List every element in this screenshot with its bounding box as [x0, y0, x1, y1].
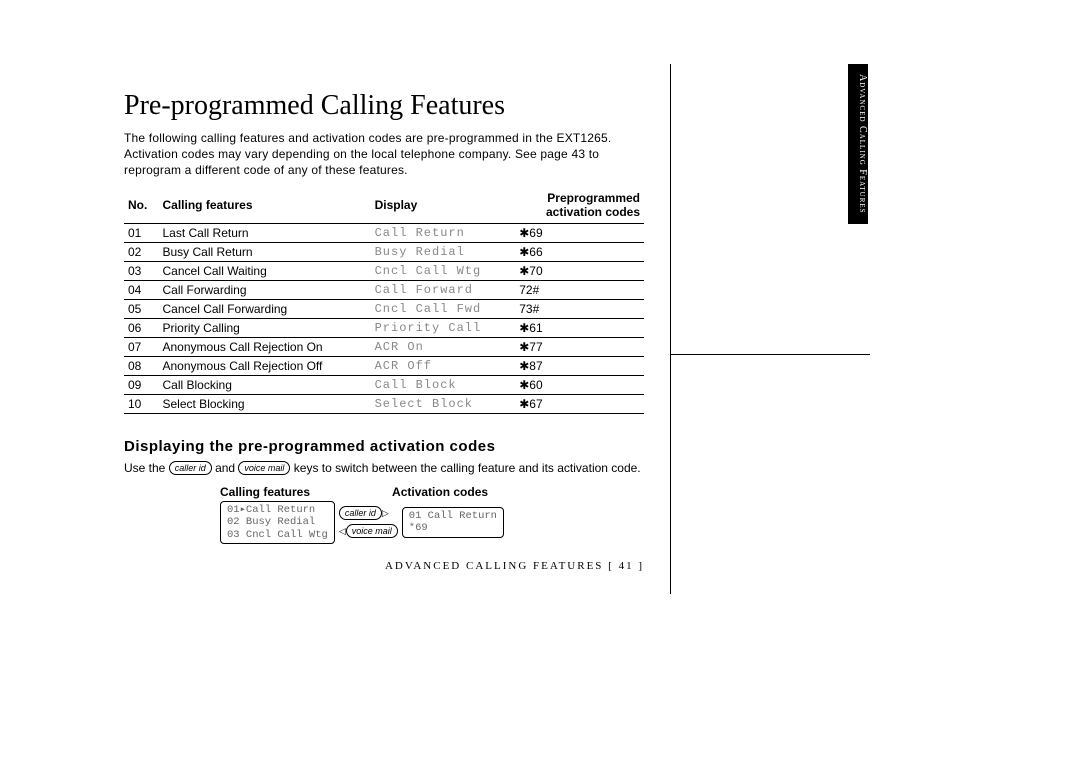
cell-feature: Cancel Call Waiting: [159, 261, 371, 280]
cell-no: 08: [124, 356, 159, 375]
table-row: 05Cancel Call ForwardingCncl Call Fwd73#: [124, 299, 644, 318]
cell-code: ✱70: [515, 261, 644, 280]
col-codes: Preprogrammed activation codes: [515, 189, 644, 224]
header-activation-codes: Activation codes: [392, 485, 488, 499]
features-table: No. Calling features Display Preprogramm…: [124, 189, 644, 414]
subsection-intro: Use the caller id and voice mail keys to…: [124, 461, 644, 475]
cell-feature: Priority Calling: [159, 318, 371, 337]
cell-display: Busy Redial: [371, 242, 516, 261]
screens-headers: Calling features Activation codes: [220, 485, 644, 499]
cell-code: ✱77: [515, 337, 644, 356]
cell-no: 09: [124, 375, 159, 394]
subsection-title: Displaying the pre-programmed activation…: [124, 438, 644, 455]
cell-no: 02: [124, 242, 159, 261]
cell-code: ✱61: [515, 318, 644, 337]
cell-feature: Call Blocking: [159, 375, 371, 394]
vertical-divider: [670, 64, 671, 594]
cell-code: ✱69: [515, 223, 644, 242]
col-features: Calling features: [159, 189, 371, 224]
cell-display: Call Block: [371, 375, 516, 394]
key-arrows: caller id▷ ◁voice mail: [339, 506, 398, 538]
cell-display: Priority Call: [371, 318, 516, 337]
cell-code: ✱67: [515, 394, 644, 413]
lcd-screen-left: 01▸Call Return 02 Busy Redial 03 Cncl Ca…: [220, 501, 335, 545]
table-row: 07Anonymous Call Rejection OnACR On✱77: [124, 337, 644, 356]
cell-no: 01: [124, 223, 159, 242]
page-footer: ADVANCED CALLING FEATURES [ 41 ]: [124, 560, 644, 572]
table-row: 01Last Call ReturnCall Return✱69: [124, 223, 644, 242]
margin-tick: [670, 354, 870, 355]
table-row: 04Call ForwardingCall Forward72#: [124, 280, 644, 299]
col-display: Display: [371, 189, 516, 224]
table-row: 06Priority CallingPriority Call✱61: [124, 318, 644, 337]
cell-feature: Anonymous Call Rejection Off: [159, 356, 371, 375]
table-header-row: No. Calling features Display Preprogramm…: [124, 189, 644, 224]
arrow-voice-mail: ◁voice mail: [339, 524, 398, 538]
table-row: 08Anonymous Call Rejection OffACR Off✱87: [124, 356, 644, 375]
header-calling-features: Calling features: [220, 485, 310, 499]
voice-mail-key: voice mail: [238, 461, 290, 475]
intro-paragraph: The following calling features and activ…: [124, 130, 644, 179]
chevron-left-icon: ◁: [339, 526, 346, 537]
cell-code: ✱87: [515, 356, 644, 375]
table-row: 03Cancel Call WaitingCncl Call Wtg✱70: [124, 261, 644, 280]
cell-display: Select Block: [371, 394, 516, 413]
cell-no: 07: [124, 337, 159, 356]
caller-id-key: caller id: [169, 461, 212, 475]
main-content: Pre-programmed Calling Features The foll…: [124, 90, 644, 572]
page-title: Pre-programmed Calling Features: [124, 90, 644, 122]
cell-display: Call Forward: [371, 280, 516, 299]
chevron-right-icon: ▷: [382, 508, 389, 519]
cell-code: ✱60: [515, 375, 644, 394]
cell-display: Cncl Call Fwd: [371, 299, 516, 318]
cell-display: Call Return: [371, 223, 516, 242]
cell-no: 05: [124, 299, 159, 318]
cell-code: 73#: [515, 299, 644, 318]
cell-no: 03: [124, 261, 159, 280]
table-row: 09Call BlockingCall Block✱60: [124, 375, 644, 394]
cell-feature: Cancel Call Forwarding: [159, 299, 371, 318]
table-row: 10Select BlockingSelect Block✱67: [124, 394, 644, 413]
cell-feature: Last Call Return: [159, 223, 371, 242]
cell-display: ACR On: [371, 337, 516, 356]
cell-feature: Anonymous Call Rejection On: [159, 337, 371, 356]
cell-feature: Select Blocking: [159, 394, 371, 413]
cell-code: ✱66: [515, 242, 644, 261]
section-tab: Advanced Calling Features: [848, 64, 868, 224]
lcd-screen-right: 01 Call Return *69: [402, 507, 504, 538]
cell-display: ACR Off: [371, 356, 516, 375]
cell-no: 06: [124, 318, 159, 337]
arrow-caller-id: caller id▷: [339, 506, 398, 520]
cell-no: 10: [124, 394, 159, 413]
cell-feature: Call Forwarding: [159, 280, 371, 299]
cell-feature: Busy Call Return: [159, 242, 371, 261]
cell-code: 72#: [515, 280, 644, 299]
table-row: 02Busy Call ReturnBusy Redial✱66: [124, 242, 644, 261]
col-no: No.: [124, 189, 159, 224]
screens-row: 01▸Call Return 02 Busy Redial 03 Cncl Ca…: [220, 501, 644, 545]
cell-no: 04: [124, 280, 159, 299]
cell-display: Cncl Call Wtg: [371, 261, 516, 280]
